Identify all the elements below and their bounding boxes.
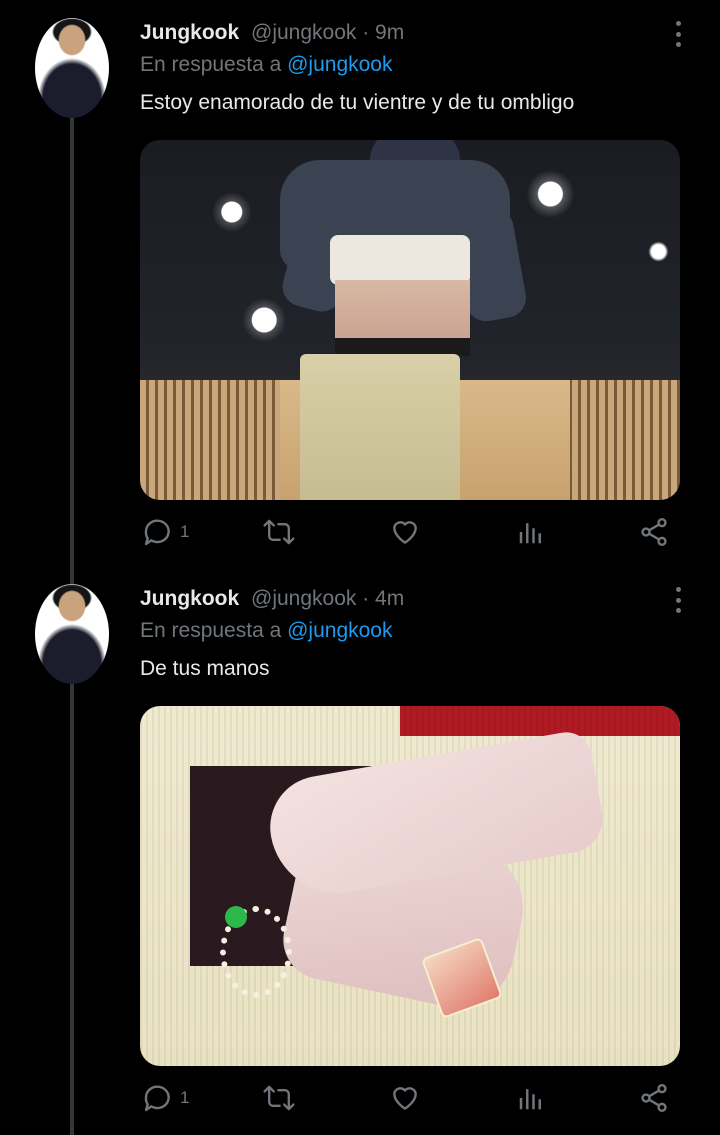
more-options-icon[interactable] — [670, 587, 686, 613]
retweet-icon — [263, 519, 295, 545]
like-button[interactable] — [389, 1078, 421, 1118]
like-button[interactable] — [389, 512, 421, 552]
share-button[interactable] — [638, 1078, 670, 1118]
reply-icon — [144, 519, 170, 546]
retweet-icon — [263, 1085, 295, 1111]
analytics-icon — [519, 1089, 541, 1110]
analytics-icon — [519, 523, 541, 544]
retweet-button[interactable] — [262, 1078, 296, 1118]
handle-text: @jungkook — [251, 587, 357, 610]
author-name[interactable]: Jungkook — [140, 21, 239, 45]
reply-count: 1 — [180, 1088, 190, 1107]
analytics-button[interactable] — [516, 512, 546, 552]
tweet[interactable]: Jungkook @jungkook · 9m En respuesta a @… — [0, 0, 720, 566]
author-handle[interactable]: @jungkook · 4m — [251, 587, 404, 611]
author-handle[interactable]: @jungkook · 9m — [251, 21, 404, 45]
avatar[interactable] — [35, 18, 109, 118]
reply-prefix: En respuesta a — [140, 53, 282, 76]
reply-context: En respuesta a @jungkook — [140, 53, 393, 77]
tweet-text: De tus manos — [140, 657, 270, 680]
reply-context: En respuesta a @jungkook — [140, 619, 393, 643]
tweet-media-image[interactable] — [140, 706, 680, 1066]
tweet-actions: 1 — [140, 1078, 680, 1118]
tweet[interactable]: Jungkook @jungkook · 4m En respuesta a @… — [0, 566, 720, 1135]
reply-button[interactable]: 1 — [142, 512, 189, 552]
author-name[interactable]: Jungkook — [140, 587, 239, 611]
reply-count: 1 — [180, 522, 190, 541]
reply-button[interactable]: 1 — [142, 1078, 189, 1118]
analytics-button[interactable] — [516, 1078, 546, 1118]
handle-text: @jungkook — [251, 21, 357, 44]
like-icon — [393, 1087, 417, 1110]
tweet-media-image[interactable] — [140, 140, 680, 500]
share-icon — [641, 518, 667, 546]
reply-prefix: En respuesta a — [140, 619, 282, 642]
more-options-icon[interactable] — [670, 21, 686, 47]
reply-icon — [144, 1085, 170, 1112]
like-icon — [393, 521, 417, 544]
timestamp[interactable]: · 9m — [362, 21, 404, 44]
reply-mention-link[interactable]: @jungkook — [287, 53, 392, 76]
timestamp[interactable]: · 4m — [362, 587, 404, 610]
reply-mention-link[interactable]: @jungkook — [287, 619, 392, 642]
tweet-actions: 1 — [140, 512, 680, 552]
share-button[interactable] — [638, 512, 670, 552]
tweet-text: Estoy enamorado de tu vientre y de tu om… — [140, 91, 575, 114]
retweet-button[interactable] — [262, 512, 296, 552]
share-icon — [641, 1084, 667, 1112]
avatar[interactable] — [35, 584, 109, 684]
